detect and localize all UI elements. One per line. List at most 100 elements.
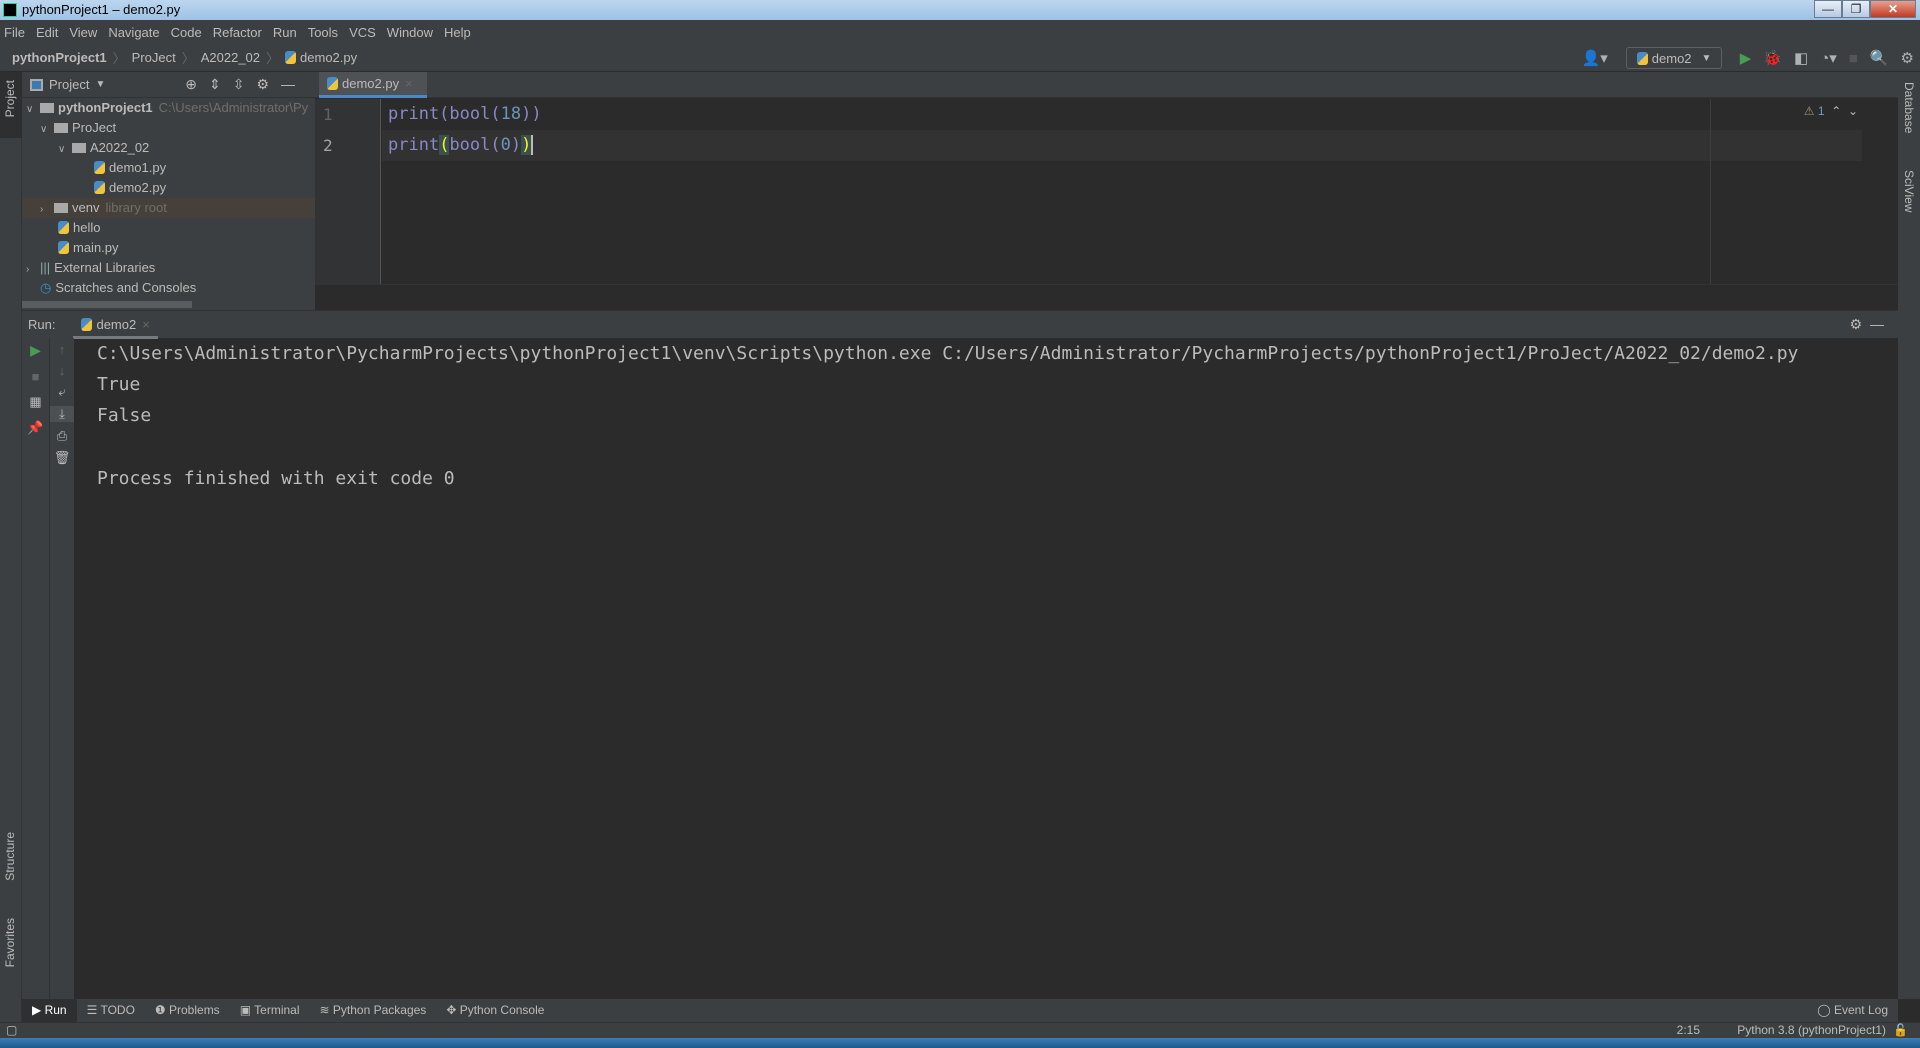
menu-vcs[interactable]: VCS xyxy=(349,25,376,40)
warnings-indicator[interactable]: ⚠ 1 ⌃ ⌄ xyxy=(1804,104,1858,118)
menu-edit[interactable]: Edit xyxy=(36,25,58,40)
menu-file[interactable]: File xyxy=(4,25,25,40)
close-tab-icon[interactable]: × xyxy=(405,76,413,91)
tree-item[interactable]: demo2.py xyxy=(22,178,315,198)
python-file-icon xyxy=(285,51,297,64)
horizontal-scrollbar[interactable] xyxy=(22,301,192,308)
title-bar: pythonProject1 – demo2.py — ❐ ✕ xyxy=(0,0,1920,20)
menu-view[interactable]: View xyxy=(69,25,97,40)
menu-tools[interactable]: Tools xyxy=(308,25,338,40)
breadcrumb-project[interactable]: pythonProject1 xyxy=(12,50,107,65)
interpreter-status[interactable]: Python 3.8 (pythonProject1) xyxy=(1737,1023,1886,1038)
tool-python-packages[interactable]: ≋ Python Packages xyxy=(310,999,437,1022)
tool-run[interactable]: ▶ Run xyxy=(22,999,77,1022)
menu-refactor[interactable]: Refactor xyxy=(213,25,262,40)
stripe-sciview[interactable]: SciView xyxy=(1902,170,1916,212)
stop-icon[interactable]: ■ xyxy=(22,369,49,384)
menu-navigate[interactable]: Navigate xyxy=(108,25,159,40)
trash-icon[interactable]: 🗑 xyxy=(50,450,74,466)
menu-window[interactable]: Window xyxy=(387,25,433,40)
right-tool-stripe: Database SciView xyxy=(1898,72,1920,999)
tree-item[interactable]: › ||| External Libraries xyxy=(22,258,315,278)
python-icon xyxy=(81,317,93,331)
tree-item[interactable]: main.py xyxy=(22,238,315,258)
status-bar: ▢ 2:15 Python 3.8 (pythonProject1) 🔓 xyxy=(0,1022,1920,1038)
breadcrumb-folder[interactable]: ProJect xyxy=(132,50,176,65)
tree-item[interactable]: ∨ A2022_02 xyxy=(22,138,315,158)
tool-problems[interactable]: ❶ Problems xyxy=(145,999,230,1022)
restore-button[interactable]: ❐ xyxy=(1842,0,1870,18)
print-icon[interactable]: ⎙ xyxy=(50,428,74,444)
tool-todo[interactable]: ☰ TODO xyxy=(77,999,145,1022)
gear-icon[interactable]: ⚙ xyxy=(1901,49,1914,67)
coverage-icon[interactable]: ◧ xyxy=(1794,49,1808,67)
soft-wrap-icon[interactable]: ⤶ xyxy=(50,384,74,400)
minimize-button[interactable]: — xyxy=(1814,0,1842,18)
stop-icon[interactable]: ■ xyxy=(1849,50,1858,67)
pin-icon[interactable]: 📌 xyxy=(22,420,49,436)
run-toolbar: ▶ ■ ▦ 📌 xyxy=(22,338,50,999)
code-line[interactable]: print(bool(0)) xyxy=(388,135,534,155)
profile-icon[interactable]: ◔▾ xyxy=(1820,49,1837,67)
line-gutter: 1 2 xyxy=(315,99,381,284)
caret-position[interactable]: 2:15 xyxy=(1677,1023,1700,1038)
run-settings-icon[interactable]: ⚙ — xyxy=(1850,316,1884,333)
windows-taskbar xyxy=(0,1038,1920,1048)
layout-icon[interactable]: ▦ xyxy=(22,394,49,410)
event-log-button[interactable]: ◯ Event Log xyxy=(1807,999,1898,1022)
console-line: False xyxy=(97,405,152,426)
tool-terminal[interactable]: ▣ Terminal xyxy=(230,999,310,1022)
python-file-icon xyxy=(58,241,69,254)
up-icon[interactable]: ↑ xyxy=(50,342,74,357)
debug-icon[interactable]: 🐞 xyxy=(1763,49,1782,67)
down-icon[interactable]: ↓ xyxy=(50,363,74,378)
menu-code[interactable]: Code xyxy=(171,25,202,40)
python-file-icon xyxy=(327,77,338,90)
console-line: C:\Users\Administrator\PycharmProjects\p… xyxy=(97,343,1799,364)
scratches-icon: ◷ xyxy=(40,280,52,295)
menu-help[interactable]: Help xyxy=(444,25,471,40)
run-icon[interactable]: ▶ xyxy=(1740,49,1752,67)
run-config-select[interactable]: demo2 ▼ xyxy=(1625,47,1722,69)
project-view-title[interactable]: Project xyxy=(49,77,89,92)
stripe-project[interactable]: Project xyxy=(3,80,17,117)
tree-item[interactable]: › venv library root xyxy=(22,198,315,218)
run-config-label: demo2 xyxy=(1651,50,1692,66)
rerun-icon[interactable]: ▶ xyxy=(22,342,49,359)
tree-item[interactable]: hello xyxy=(22,218,315,238)
breadcrumb-file[interactable]: demo2.py xyxy=(300,50,357,65)
tree-item[interactable]: ∨ ProJect xyxy=(22,118,315,138)
menu-run[interactable]: Run xyxy=(273,25,297,40)
tree-item[interactable]: demo1.py xyxy=(22,158,315,178)
toggle-panels-icon[interactable]: ▢ xyxy=(6,1023,17,1038)
panel-actions-icon[interactable]: ⊕⇕⇳⚙— xyxy=(185,76,307,93)
code-line[interactable]: print(bool(18)) xyxy=(388,104,542,124)
breadcrumb-subfolder[interactable]: A2022_02 xyxy=(201,50,260,65)
folder-icon xyxy=(54,203,68,213)
navigation-bar: pythonProject1 〉 ProJect 〉 A2022_02 〉 demo2… xyxy=(0,44,1920,72)
tab-demo2[interactable]: demo2.py × xyxy=(319,72,427,98)
python-file-icon xyxy=(94,161,105,174)
tool-window-bar: ▶ Run ☰ TODO ❶ Problems ▣ Terminal ≋ Pyt… xyxy=(22,999,1898,1022)
scroll-to-end-icon[interactable]: ⤓ xyxy=(50,406,74,422)
tree-item[interactable]: ∨ pythonProject1 C:\Users\Administrator\Py xyxy=(22,98,315,118)
console-toolbar: ↑ ↓ ⤶ ⤓ ⎙ 🗑 xyxy=(50,338,74,999)
left-tool-stripe: Project Structure Favorites xyxy=(0,72,22,1022)
stripe-structure[interactable]: Structure xyxy=(3,832,17,881)
user-icon[interactable]: 👤▾ xyxy=(1582,49,1608,67)
folder-icon xyxy=(40,103,54,113)
run-panel: Run: demo2 × ⚙ — ▶ ■ ▦ 📌 ↑ ↓ ⤶ ⤓ ⎙ 🗑 C:\U… xyxy=(22,310,1898,999)
tree-item[interactable]: ◷ Scratches and Consoles xyxy=(22,278,315,298)
console-line: True xyxy=(97,374,141,395)
search-icon[interactable]: 🔍 xyxy=(1870,49,1889,67)
tool-python-console[interactable]: ✥ Python Console xyxy=(436,999,554,1022)
run-label: Run: xyxy=(28,317,56,332)
project-panel: Project ▼ ⊕⇕⇳⚙— ∨ pythonProject1 C:\Users\A… xyxy=(22,72,315,310)
close-button[interactable]: ✕ xyxy=(1870,0,1916,18)
python-file-icon xyxy=(94,181,105,194)
lock-icon[interactable]: 🔓 xyxy=(1893,1023,1908,1038)
stripe-favorites[interactable]: Favorites xyxy=(3,918,17,967)
menu-bar: File Edit View Navigate Code Refactor Ru… xyxy=(0,20,1920,44)
tab-run-demo2[interactable]: demo2 × xyxy=(73,311,158,339)
stripe-database[interactable]: Database xyxy=(1902,82,1916,133)
